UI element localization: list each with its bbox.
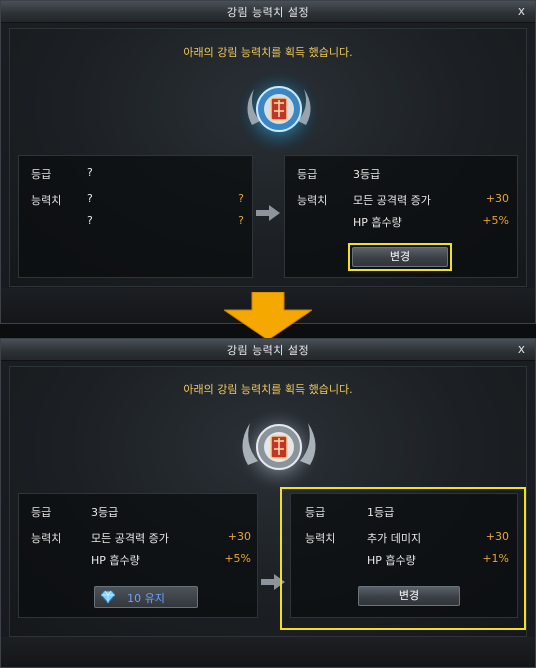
- grade-label: 등급: [31, 506, 52, 519]
- down-arrow-icon: [224, 292, 312, 340]
- dialog-title: 강림 능력치 설정: [226, 344, 310, 357]
- emblem-icon: [235, 406, 323, 494]
- change-button[interactable]: 변경: [352, 247, 448, 267]
- grade-value: 3등급: [91, 506, 119, 519]
- current-ability-panel: 등급 3등급 능력치 모든 공격력 증가 +30 HP 흡수량 +5% 10 유…: [18, 493, 258, 618]
- stat1-name: ?: [87, 192, 93, 205]
- grade-value: 3등급: [353, 168, 381, 181]
- stat2-name: ?: [87, 214, 93, 227]
- stat2-value: +5%: [224, 552, 251, 565]
- close-icon[interactable]: x: [518, 342, 525, 356]
- stat1-name: 모든 공격력 증가: [91, 532, 169, 545]
- new-ability-highlight: [280, 487, 526, 630]
- dialog-title: 강림 능력치 설정: [226, 6, 310, 19]
- stat2-value: ?: [238, 214, 244, 227]
- stat1-value: ?: [238, 192, 244, 205]
- stat1-name: 모든 공격력 증가: [353, 194, 431, 207]
- current-ability-panel: 등급 ? 능력치 ? ? ? ?: [18, 155, 253, 278]
- titlebar: 강림 능력치 설정 x: [1, 339, 535, 361]
- ability-dialog-before: 강림 능력치 설정 x 아래의 강림 능력치를 획득 했습니다. 등급 ? 능력…: [0, 0, 536, 324]
- emblem-icon: [235, 68, 323, 156]
- headline: 아래의 강림 능력치를 획득 했습니다.: [183, 46, 353, 59]
- stat2-name: HP 흡수량: [353, 216, 402, 229]
- dialog-footer: [1, 637, 535, 667]
- stat-label: 능력치: [31, 532, 62, 545]
- headline: 아래의 강림 능력치를 획득 했습니다.: [183, 383, 353, 396]
- titlebar: 강림 능력치 설정 x: [1, 1, 535, 23]
- dialog-body: 아래의 강림 능력치를 획득 했습니다. 등급 3등급 능력치 모든 공격력 증: [9, 366, 527, 637]
- stat1-value: +30: [227, 530, 251, 543]
- stat1-value: +30: [485, 192, 509, 205]
- close-icon[interactable]: x: [518, 4, 525, 18]
- arrow-right-icon: [256, 205, 280, 221]
- grade-value: ?: [87, 166, 93, 179]
- gem-cost: 10 유지: [127, 592, 165, 605]
- stat2-name: HP 흡수량: [91, 554, 140, 567]
- stat-label: 능력치: [297, 194, 328, 207]
- stat2-value: +5%: [482, 214, 509, 227]
- dialog-body: 아래의 강림 능력치를 획득 했습니다. 등급 ? 능력치 ? ? ? ? 등급…: [9, 28, 527, 287]
- stat-label: 능력치: [31, 194, 62, 207]
- grade-label: 등급: [31, 168, 52, 181]
- ability-dialog-after: 강림 능력치 설정 x 아래의 강림 능력치를 획득 했습니다. 등급 3등급 …: [0, 338, 536, 668]
- gem-keep-button[interactable]: 10 유지: [94, 586, 198, 608]
- grade-label: 등급: [297, 168, 318, 181]
